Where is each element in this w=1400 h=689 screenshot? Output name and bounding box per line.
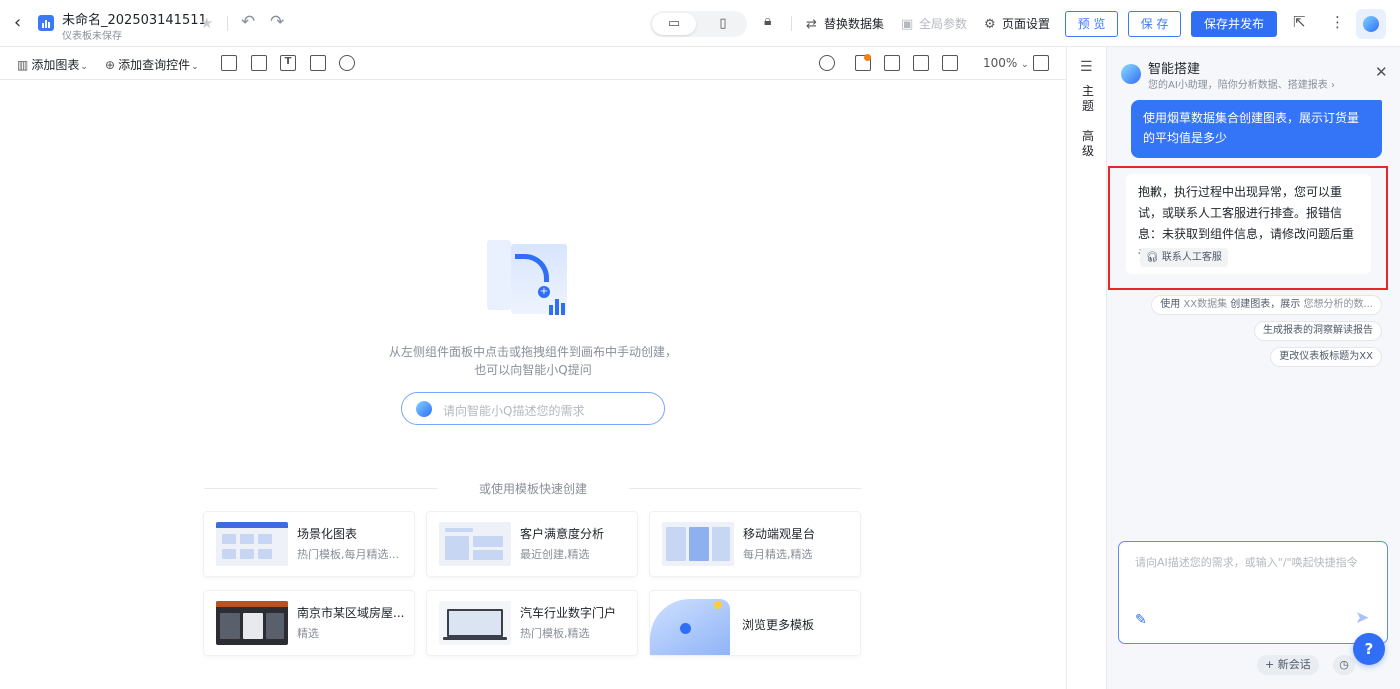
tab-component-icon[interactable] <box>251 55 267 71</box>
image-component-icon[interactable] <box>310 55 326 71</box>
side-rail: ☰ 主 题 高 级 <box>1066 47 1107 689</box>
magic-wand-icon[interactable]: ✎ <box>1135 612 1147 628</box>
template-tags: 热门模板,每月精选... <box>297 548 399 561</box>
page-settings-button[interactable]: ⚙ 页面设置 <box>984 15 1050 32</box>
global-params-icon: ▣ <box>901 17 914 32</box>
suggestion-chip[interactable]: 更改仪表板标题为XX <box>1270 347 1382 367</box>
headset-icon: 🎧︎ <box>1146 252 1159 263</box>
template-name: 移动端观星台 <box>743 527 816 541</box>
dashboard-title[interactable]: 未命名_202503141511 <box>62 9 207 28</box>
template-name: 浏览更多模板 <box>742 618 815 632</box>
chevron-down-icon: ⌄ <box>80 62 88 72</box>
template-thumbnail <box>216 522 288 566</box>
save-publish-button[interactable]: 保存并发布 <box>1191 11 1277 37</box>
chevron-down-icon: ⌄ <box>1021 60 1029 70</box>
template-card[interactable]: 汽车行业数字门户 热门模板,精选 <box>427 591 637 655</box>
more-icon[interactable]: ⋮ <box>1330 13 1345 31</box>
ask-ai-input[interactable]: 请向智能小Q描述您的需求 <box>401 392 665 425</box>
suggestion-chip[interactable]: 生成报表的洞察解读报告 <box>1254 321 1382 341</box>
template-thumbnail <box>662 522 734 566</box>
empty-canvas-hint: 从左侧组件面板中点击或拖拽组件到画布中手动创建， 也可以向智能小Q提问 <box>388 345 677 377</box>
template-name: 客户满意度分析 <box>520 527 605 541</box>
mobile-view-icon[interactable]: ▯ <box>701 13 745 35</box>
add-query-control-button[interactable]: ⊕ 添加查询控件⌄ <box>105 56 199 73</box>
filter-component-icon[interactable] <box>221 55 237 71</box>
device-switch: ▭ ▯ <box>650 11 747 37</box>
contact-support-button[interactable]: 🎧︎ 联系人工客服 <box>1140 248 1228 267</box>
user-message: 使用烟草数据集合创建图表，展示订货量的平均值是多少 <box>1131 100 1382 158</box>
share-icon[interactable]: ⇱ <box>1293 13 1306 31</box>
history-icon[interactable]: ◷ <box>1333 655 1355 675</box>
check-icon[interactable] <box>942 55 958 71</box>
grid-settings-icon[interactable] <box>1033 55 1049 71</box>
text-component-icon[interactable]: T <box>280 55 296 71</box>
template-card[interactable]: 南京市某区域房屋... 精选 <box>204 591 414 655</box>
template-tags: 热门模板,精选 <box>520 627 590 640</box>
layout-icon[interactable] <box>884 55 900 71</box>
template-card[interactable]: 场景化图表 热门模板,每月精选... <box>204 512 414 576</box>
zoom-select[interactable]: 100% ⌄ <box>983 56 1029 70</box>
global-params-button[interactable]: ▣ 全局参数 <box>901 15 967 32</box>
template-tags: 最近创建,精选 <box>520 548 590 561</box>
ai-logo-icon <box>1121 64 1141 84</box>
template-name: 汽车行业数字门户 <box>520 606 617 620</box>
replace-dataset-button[interactable]: ⇄ 替换数据集 <box>806 15 884 32</box>
suggestion-chip[interactable]: 使用 XX数据集 创建图表，展示 您想分析的数... <box>1151 295 1382 315</box>
dashboard-logo-icon <box>38 15 54 31</box>
undo-icon[interactable]: ↶ <box>241 12 255 32</box>
template-tags: 精选 <box>297 627 319 640</box>
notification-badge <box>864 54 871 61</box>
favorite-star-icon[interactable]: ★ <box>200 14 213 32</box>
template-thumbnail <box>439 601 511 645</box>
template-thumbnail <box>439 522 511 566</box>
gear-icon: ⚙ <box>984 17 996 32</box>
search-icon: ⊕ <box>105 58 116 72</box>
browse-more-templates-card[interactable]: 浏览更多模板 <box>650 591 860 655</box>
preview-button[interactable]: 预 览 <box>1065 11 1118 37</box>
save-button[interactable]: 保 存 <box>1128 11 1181 37</box>
template-name: 场景化图表 <box>297 527 358 541</box>
ai-message-input[interactable]: 请向AI描述您的需求，或输入"/"唤起快捷指令 ✎ ➤ <box>1118 541 1388 644</box>
menu-icon[interactable]: ☰ <box>1080 59 1093 75</box>
add-chart-button[interactable]: ▥ 添加图表⌄ <box>17 56 88 73</box>
template-tags: 每月精选,精选 <box>743 548 813 561</box>
divider <box>204 488 437 489</box>
ai-logo-icon <box>416 401 432 417</box>
divider <box>629 488 861 489</box>
template-section-title: 或使用模板快速创建 <box>478 482 587 496</box>
template-thumbnail <box>216 601 288 645</box>
template-card[interactable]: 移动端观星台 每月精选,精选 <box>650 512 860 576</box>
editor-toolbar: ▥ 添加图表⌄ ⊕ 添加查询控件⌄ T 100% ⌄ <box>0 47 1066 80</box>
save-status: 仪表板未保存 <box>62 31 122 42</box>
link-component-icon[interactable] <box>339 55 355 71</box>
tab-theme[interactable]: 主 题 <box>1080 84 1096 114</box>
new-chat-button[interactable]: + 新会话 <box>1257 655 1319 675</box>
ai-pen-icon[interactable] <box>819 55 835 71</box>
replace-dataset-icon: ⇄ <box>806 17 817 32</box>
ai-panel-title: 智能搭建 <box>1148 62 1201 77</box>
ai-panel-subtitle[interactable]: 您的AI小助理，陪你分析数据、搭建报表 › <box>1148 76 1335 91</box>
back-arrow-icon[interactable]: ‹ <box>14 13 32 33</box>
chevron-down-icon: ⌄ <box>191 62 199 72</box>
empty-canvas-illustration: + <box>487 236 577 321</box>
close-icon[interactable]: ✕ <box>1375 63 1388 81</box>
template-card[interactable]: 客户满意度分析 最近创建,精选 <box>427 512 637 576</box>
help-icon[interactable]: ? <box>1353 633 1385 665</box>
style-icon[interactable] <box>913 55 929 71</box>
top-bar: ‹ 未命名_202503141511 仪表板未保存 ★ ↶ ↷ ▭ ▯ 🔒︎ ⇄… <box>0 0 1400 47</box>
bar-chart-icon: ▥ <box>17 58 29 72</box>
tab-advanced[interactable]: 高 级 <box>1080 129 1096 159</box>
chevron-right-icon: › <box>1330 80 1335 91</box>
ai-assistant-panel: 智能搭建 您的AI小助理，陪你分析数据、搭建报表 › ✕ 使用烟草数据集合创建图… <box>1107 47 1400 689</box>
divider <box>791 16 792 31</box>
lock-icon[interactable]: 🔒︎ <box>764 13 771 29</box>
ai-assistant-avatar[interactable] <box>1356 9 1386 39</box>
redo-icon[interactable]: ↷ <box>270 12 284 32</box>
divider <box>227 16 228 31</box>
desktop-view-icon[interactable]: ▭ <box>652 13 696 35</box>
send-icon[interactable]: ➤ <box>1355 608 1369 628</box>
template-name: 南京市某区域房屋... <box>297 606 405 620</box>
